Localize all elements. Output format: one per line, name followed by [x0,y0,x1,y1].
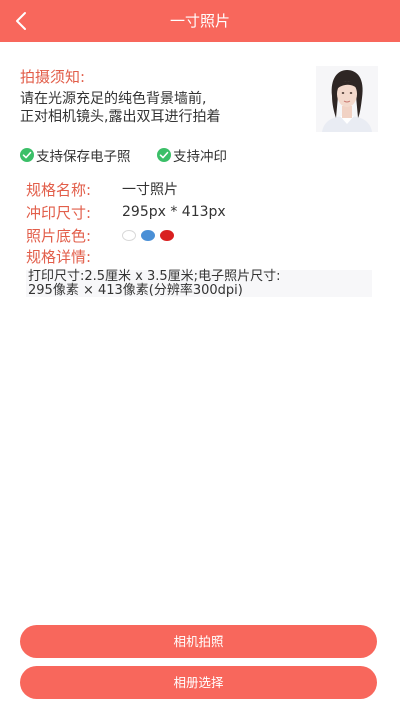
spec-bg-label: 照片底色: [26,226,92,245]
notice-line-2: 正对相机镜头,露出双耳进行拍着 [20,109,221,125]
check-circle-icon [20,148,34,162]
feature-print: 支持冲印 [157,146,227,165]
camera-capture-button[interactable]: 相机拍照 [20,625,377,658]
check-circle-icon [157,148,171,162]
notice-line-1: 请在光源充足的纯色背景墙前, [20,91,207,107]
album-select-button[interactable]: 相册选择 [20,666,377,699]
sample-portrait-image [316,66,378,132]
notice-title: 拍摄须知: [20,68,86,86]
spec-size-row: 冲印尺寸: 295px * 413px [26,202,226,222]
page-title: 一寸照片 [169,12,230,30]
spec-details-line-1: 打印尺寸:2.5厘米 x 3.5厘米;电子照片尺寸: [28,269,281,284]
spec-details-label: 规格详情: [26,247,92,266]
feature-label: 支持冲印 [173,149,227,165]
app-header: 一寸照片 [0,0,400,42]
spec-size-value: 295px * 413px [122,204,226,220]
spec-size-label: 冲印尺寸: [26,203,92,222]
spec-details-box: 打印尺寸:2.5厘米 x 3.5厘米;电子照片尺寸: 295像素 × 413像素… [26,270,372,297]
spec-name-row: 规格名称: 一寸照片 [26,179,178,199]
spec-name-value: 一寸照片 [122,182,178,198]
spec-details-row: 规格详情: [26,246,122,266]
feature-label: 支持保存电子照 [36,149,131,165]
feature-save-electronic: 支持保存电子照 [20,146,131,165]
spec-details-line-2: 295像素 × 413像素(分辨率300dpi) [28,282,243,298]
bg-color-blue-swatch[interactable] [141,229,155,241]
spec-bg-row: 照片底色: [26,225,179,245]
spec-name-label: 规格名称: [26,180,92,199]
bg-color-white-swatch[interactable] [122,229,136,241]
bg-color-red-swatch[interactable] [160,229,174,241]
